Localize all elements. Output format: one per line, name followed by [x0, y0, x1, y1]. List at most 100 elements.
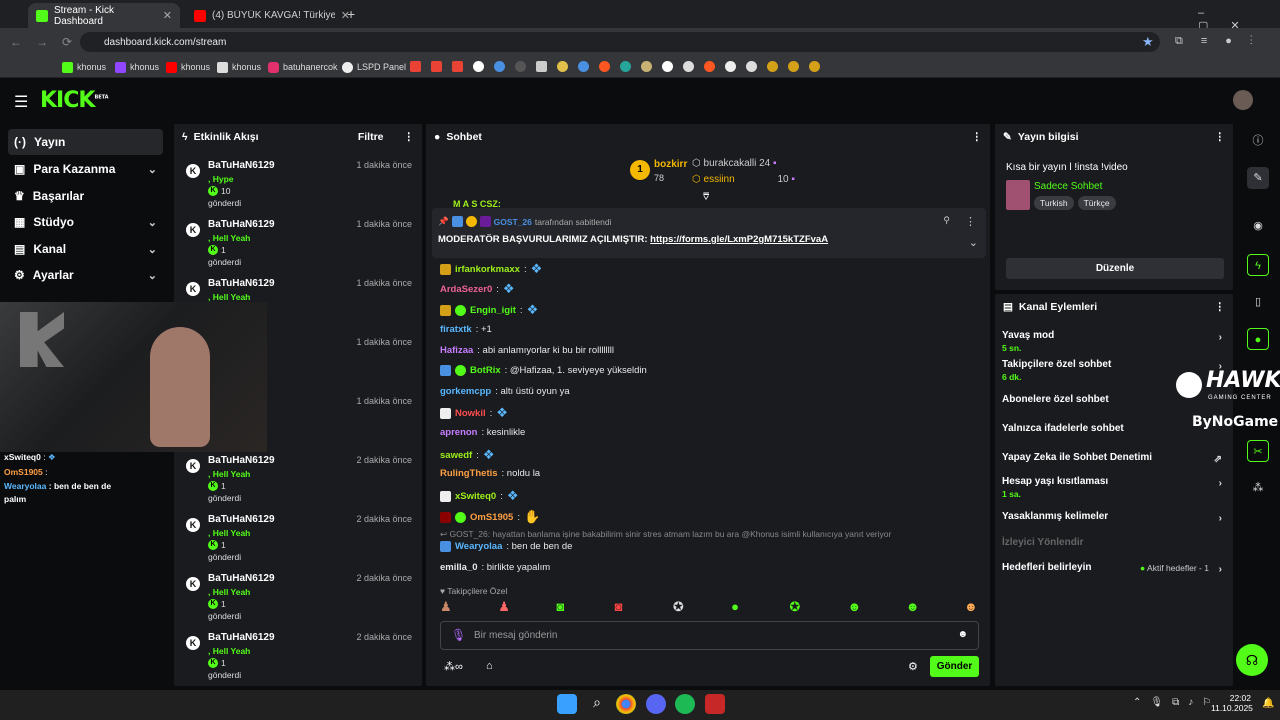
pin-icon[interactable]: ⚲ [943, 215, 950, 226]
chat-message[interactable]: Wearyolaa: ben de ben de [440, 541, 572, 552]
close-tab-icon[interactable]: ✕ [163, 9, 172, 22]
bookmark-item[interactable]: khonus [62, 59, 106, 75]
activity-event[interactable]: K BaTuHaN6129 2 dakika önce, Hell Yeah K 1 gö… [180, 630, 420, 688]
chat-message[interactable]: irfankorkmaxx: ❖ [440, 262, 547, 276]
nav-item-para-kazanma[interactable]: ▣ Para Kazanma ⌄ [8, 156, 163, 182]
chat-input[interactable]: 🎙 Bir mesaj gönderin ☻ [440, 621, 979, 650]
leader-3[interactable]: ⬡ essiinn 10 ▪ [692, 174, 795, 185]
collapse-leaders-icon[interactable]: ⩢ [703, 192, 709, 203]
chat-message[interactable]: ArdaSezer0: ❖ [440, 282, 519, 296]
tag[interactable]: Türkçe [1077, 196, 1116, 210]
store-icon[interactable]: ⌂ [486, 660, 493, 672]
new-tab-icon[interactable]: + [347, 6, 355, 22]
obs-app-icon[interactable] [705, 694, 725, 714]
browser-menu-icons[interactable]: ⧉≡●⋮ [1175, 35, 1271, 48]
chat-message[interactable]: OmS1905: ✋ [440, 510, 540, 524]
pinned-link[interactable]: https://forms.gle/LxmP2gM715kTZFvaA [650, 234, 828, 245]
chat-settings-icon[interactable]: ⚙ [908, 660, 918, 673]
edit-button[interactable]: Düzenle [1006, 258, 1224, 279]
channel-action-item[interactable]: İzleyici Yönlendir [1002, 537, 1228, 548]
more-options-icon[interactable]: ⋮ [1215, 301, 1226, 313]
avatar[interactable] [1233, 90, 1253, 110]
spotify-icon[interactable] [675, 694, 695, 714]
more-options-icon[interactable]: ⋮ [404, 131, 415, 143]
bolt-icon[interactable]: ϟ [1247, 254, 1269, 276]
activity-event[interactable]: K BaTuHaN6129 2 dakika önce, Hell Yeah K 1 gö… [180, 512, 420, 570]
filter-button[interactable]: Filtre [358, 131, 384, 143]
activity-event[interactable]: K BaTuHaN6129 2 dakika önce, Hell Yeah K 1 gö… [180, 571, 420, 629]
address-bar[interactable]: dashboard.kick.com/stream [80, 32, 1160, 52]
emote-bar[interactable]: ♟ ♟ ◙ ◙ ✪ ● ✪ ☻ ☻ ☻ [440, 600, 980, 616]
chat-message[interactable]: Hafizaa: abi anlamıyorlar ki bu bir roll… [440, 345, 614, 356]
chrome-icon[interactable] [616, 694, 636, 714]
channel-action-item[interactable]: Yasaklanmış kelimeler › [1002, 511, 1228, 524]
nav-item-yayin[interactable]: (·) Yayın [8, 129, 163, 155]
activity-event[interactable]: K BaTuHaN6129 1 dakika önce, Hell Yeah K 1 gö… [180, 217, 420, 275]
activity-event[interactable]: K BaTuHaN6129 2 dakika önce, Hell Yeah K 1 gö… [180, 453, 420, 511]
channel-action-item[interactable]: Yavaş mod 5 sn. › [1002, 330, 1228, 353]
send-button[interactable]: Gönder [930, 656, 979, 677]
system-tray-icons[interactable]: ⌃🎙⧉♪⚐ [1133, 697, 1220, 708]
chat-text: : @Hafizaa, 1. seviyeye yükseldin [504, 365, 647, 376]
chat-message[interactable]: BotRix: @Hafizaa, 1. seviyeye yükseldin [440, 365, 647, 376]
chat-message[interactable]: firatxtk: +1 [440, 324, 492, 335]
nav-buttons[interactable]: ←→⟳ [10, 35, 86, 49]
user-badge-icon [440, 263, 451, 275]
chat-message[interactable]: aprenon: kesinlikle [440, 427, 525, 438]
leader-1-name[interactable]: bozkirr [654, 159, 687, 170]
chevron-down-icon[interactable]: ⌄ [969, 236, 978, 249]
gear-icon: ⚙ [14, 268, 25, 282]
chat-message[interactable]: xSwiteq0: ❖ [440, 489, 523, 503]
discord-icon[interactable] [646, 694, 666, 714]
chat-text: : altı üstü oyun ya [495, 386, 570, 397]
hamburger-menu-icon[interactable]: ☰ [14, 92, 28, 112]
nav-item-ayarlar[interactable]: ⚙ Ayarlar ⌄ [8, 262, 163, 288]
bookmark-star-icon[interactable]: ★ [1142, 34, 1154, 50]
emoji-icon[interactable]: ☻ [957, 629, 968, 640]
chat-message[interactable]: emilla_0: birlikte yapalım [440, 562, 550, 573]
channel-action-item[interactable]: Hesap yaşı kısıtlaması 1 sa. › [1002, 476, 1228, 499]
nav-item-basarilar[interactable]: ♛ Başarılar [8, 183, 163, 209]
leader-2[interactable]: ⬡ burakcakalli 24 ▪ [692, 158, 777, 169]
chat-message[interactable]: Engin_igit: ❖ [440, 303, 543, 317]
bookmark-item[interactable]: khonus [115, 59, 159, 75]
chat-message[interactable]: RulingThetis: noldu la [440, 468, 540, 479]
nav-item-kanal[interactable]: ▤ Kanal ⌄ [8, 236, 163, 262]
chat-message[interactable]: Nowkil: ❖ [440, 406, 512, 420]
kick-logo[interactable]: KICKBETA [40, 88, 109, 113]
tag[interactable]: Turkish [1034, 196, 1074, 210]
kicks-icon[interactable]: ⁂ [1247, 477, 1269, 499]
windows-start-icon[interactable] [557, 694, 577, 714]
search-icon[interactable]: ⌕ [587, 694, 607, 714]
tab-youtube[interactable]: (4) BÜYÜK KAVGA! Türkiye'de Y ✕ [186, 3, 358, 28]
bookmark-item[interactable]: khonus [217, 59, 261, 75]
bookmark-item[interactable]: LSPD Panel [342, 59, 406, 75]
chat-icon[interactable]: ● [1247, 328, 1269, 350]
bookmark-item[interactable]: batuhanercok [268, 59, 338, 75]
category-link[interactable]: Sadece Sohbet [1034, 181, 1102, 192]
nav-item-studyo[interactable]: ▦ Stüdyo ⌄ [8, 209, 163, 235]
chat-username: Nowkil [455, 407, 486, 419]
chat-message[interactable]: sawedf: ❖ [440, 448, 499, 462]
channel-action-item[interactable]: Yapay Zeka ile Sohbet Denetimi ⇗ [1002, 452, 1228, 465]
more-options-icon[interactable]: ⋮ [965, 215, 976, 228]
more-options-icon[interactable]: ⋮ [1215, 131, 1226, 143]
chat-message[interactable]: gorkemcpp: altı üstü oyun ya [440, 386, 570, 397]
microphone-icon[interactable]: 🎙 [451, 628, 466, 642]
bookmark-icons-row[interactable] [410, 61, 830, 73]
bookmark-item[interactable]: khonus [166, 59, 210, 75]
info-icon[interactable]: ⓘ [1247, 130, 1269, 152]
document-icon[interactable]: ▯ [1247, 291, 1269, 313]
activity-event[interactable]: K BaTuHaN6129 1 dakika önce, Hype K 10 gönder… [180, 158, 420, 216]
wrench-icon[interactable]: ✂ [1247, 440, 1269, 462]
more-options-icon[interactable]: ⋮ [972, 131, 983, 143]
support-icon[interactable]: ☊ [1236, 644, 1268, 676]
notifications-icon[interactable]: 🔔 [1262, 698, 1274, 709]
camera-icon[interactable]: ◉ [1247, 215, 1269, 237]
leader-rank-badge: 1 [630, 160, 650, 180]
pencil-icon[interactable]: ✎ [1247, 167, 1269, 189]
chat-text: : [517, 511, 520, 523]
tab-kick-dashboard[interactable]: Stream - Kick Dashboard ✕ [28, 3, 180, 28]
kicks-icon[interactable]: ⁂∞ [444, 660, 463, 673]
pinned-message[interactable]: 📌 GOST_26 tarafından sabitlendi MODERATÖR… [432, 208, 986, 258]
